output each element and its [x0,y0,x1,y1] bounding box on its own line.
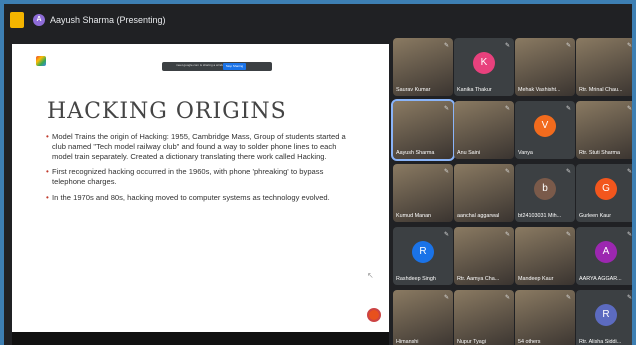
participant-name: Mandeep Kaur [518,276,554,282]
participant-name: Kanika Thakur [457,87,492,93]
meet-window: A Aayush Sharma (Presenting) meet.google… [4,4,632,345]
participant-name: Mehak Vashisht... [518,87,561,93]
mic-muted-icon: ✎ [504,106,510,112]
participant-tile[interactable]: ✎ Rtr. Mrinal Chau... [576,38,632,96]
mic-muted-icon: ✎ [626,169,632,175]
mic-muted-icon: ✎ [626,295,632,301]
mic-muted-icon: ✎ [626,106,632,112]
participant-name: Anu Saini [457,150,481,156]
participant-tile[interactable]: ✎ aanchal aggarwal [454,164,514,222]
participant-avatar: K [473,52,495,74]
participant-tile[interactable]: ✎ Rtr. Stuti Sharma [576,101,632,159]
mic-muted-icon: ✎ [626,232,632,238]
participant-name: Rashdeep Singh [396,276,436,282]
participant-name: aanchal aggarwal [457,213,500,219]
participant-name: Rtr. Alisha Siddi... [579,339,622,345]
participant-tile[interactable]: ✎ Mandeep Kaur [515,227,575,285]
participant-tile[interactable]: R ✎ Rashdeep Singh [393,227,453,285]
participant-tile[interactable]: G ✎ Gurleen Kaur [576,164,632,222]
participant-name: Nupur Tyagi [457,339,486,345]
sharing-notice-text: meet.google.com is sharing a window. [176,63,227,67]
sharing-notice-bar: meet.google.com is sharing a window. Sto… [162,62,272,71]
participant-avatar: b [534,178,556,200]
mic-muted-icon: ✎ [565,169,571,175]
mic-muted-icon: ✎ [443,295,449,301]
mic-muted-icon: ✎ [504,232,510,238]
bullet-item: In the 1970s and 80s, hacking moved to c… [46,193,356,203]
participant-name: 54 others [518,339,541,345]
mic-muted-icon: ✎ [504,295,510,301]
participant-tile[interactable]: ✎ Mehak Vashisht... [515,38,575,96]
mic-muted-icon: ✎ [626,43,632,49]
participant-tile[interactable]: ✎ Aayush Sharma [391,99,455,161]
mic-muted-icon: ✎ [443,169,449,175]
participant-avatar: R [412,241,434,263]
participant-tile[interactable]: b ✎ bt24103031 Mih... [515,164,575,222]
participant-tile[interactable]: A ✎ AARYA AGGAR... [576,227,632,285]
participant-name: Rtr. Mrinal Chau... [579,87,623,93]
participant-tile[interactable]: ✎ Kumud Manan [393,164,453,222]
participant-name: Saurav Kumar [396,87,431,93]
mic-muted-icon: ✎ [565,106,571,112]
participant-name: AARYA AGGAR... [579,276,622,282]
participant-avatar: V [534,115,556,137]
mic-muted-icon: ✎ [565,43,571,49]
participant-tile[interactable]: ✎ Saurav Kumar [393,38,453,96]
meet-logo-icon [10,12,24,28]
participant-name: Himanshi [396,339,419,345]
participant-tile[interactable]: V ✎ Vanya [515,101,575,159]
cursor-icon: ↖ [367,271,374,280]
slide-bullets: Model Trains the origin of Hacking: 1955… [46,132,356,209]
participant-tile[interactable]: ✎ Himanshi [393,290,453,345]
record-icon[interactable] [367,308,381,322]
mic-muted-icon: ✎ [565,295,571,301]
participant-tile[interactable]: R ✎ Rtr. Alisha Siddi... [576,290,632,345]
bullet-item: First recognized hacking occurred in the… [46,167,356,187]
mic-muted-icon: ✎ [565,232,571,238]
participant-name: Aayush Sharma [396,150,435,156]
presenter-avatar: A [33,14,45,26]
presenter-label: Aayush Sharma (Presenting) [50,15,166,25]
participant-name: Vanya [518,150,533,156]
slide-footer [12,332,389,345]
participant-name: Rtr. Aamya Cha... [457,276,500,282]
shared-slide: meet.google.com is sharing a window. Sto… [12,44,389,332]
participant-name: bt24103031 Mih... [518,213,562,219]
participant-avatar: A [595,241,617,263]
chrome-share-icon [36,56,46,66]
slide-title: HACKING ORIGINS [47,99,287,124]
participant-name: Gurleen Kaur [579,213,612,219]
participant-tile[interactable]: ✎ 54 others [515,290,575,345]
participant-tile[interactable]: ✎ Nupur Tyagi [454,290,514,345]
top-bar: A Aayush Sharma (Presenting) [4,4,632,34]
participant-tile[interactable]: ✎ Rtr. Aamya Cha... [454,227,514,285]
participant-name: Kumud Manan [396,213,432,219]
participant-avatar: R [595,304,617,326]
mic-muted-icon: ✎ [443,106,449,112]
participant-name: Rtr. Stuti Sharma [579,150,621,156]
bullet-item: Model Trains the origin of Hacking: 1955… [46,132,356,161]
mic-muted-icon: ✎ [504,43,510,49]
participant-avatar: G [595,178,617,200]
participant-tile[interactable]: K ✎ Kanika Thakur [454,38,514,96]
stop-sharing-button[interactable]: Stop Sharing [223,63,246,70]
mic-muted-icon: ✎ [443,43,449,49]
mic-muted-icon: ✎ [443,232,449,238]
participant-tile[interactable]: ✎ Anu Saini [454,101,514,159]
mic-muted-icon: ✎ [504,169,510,175]
